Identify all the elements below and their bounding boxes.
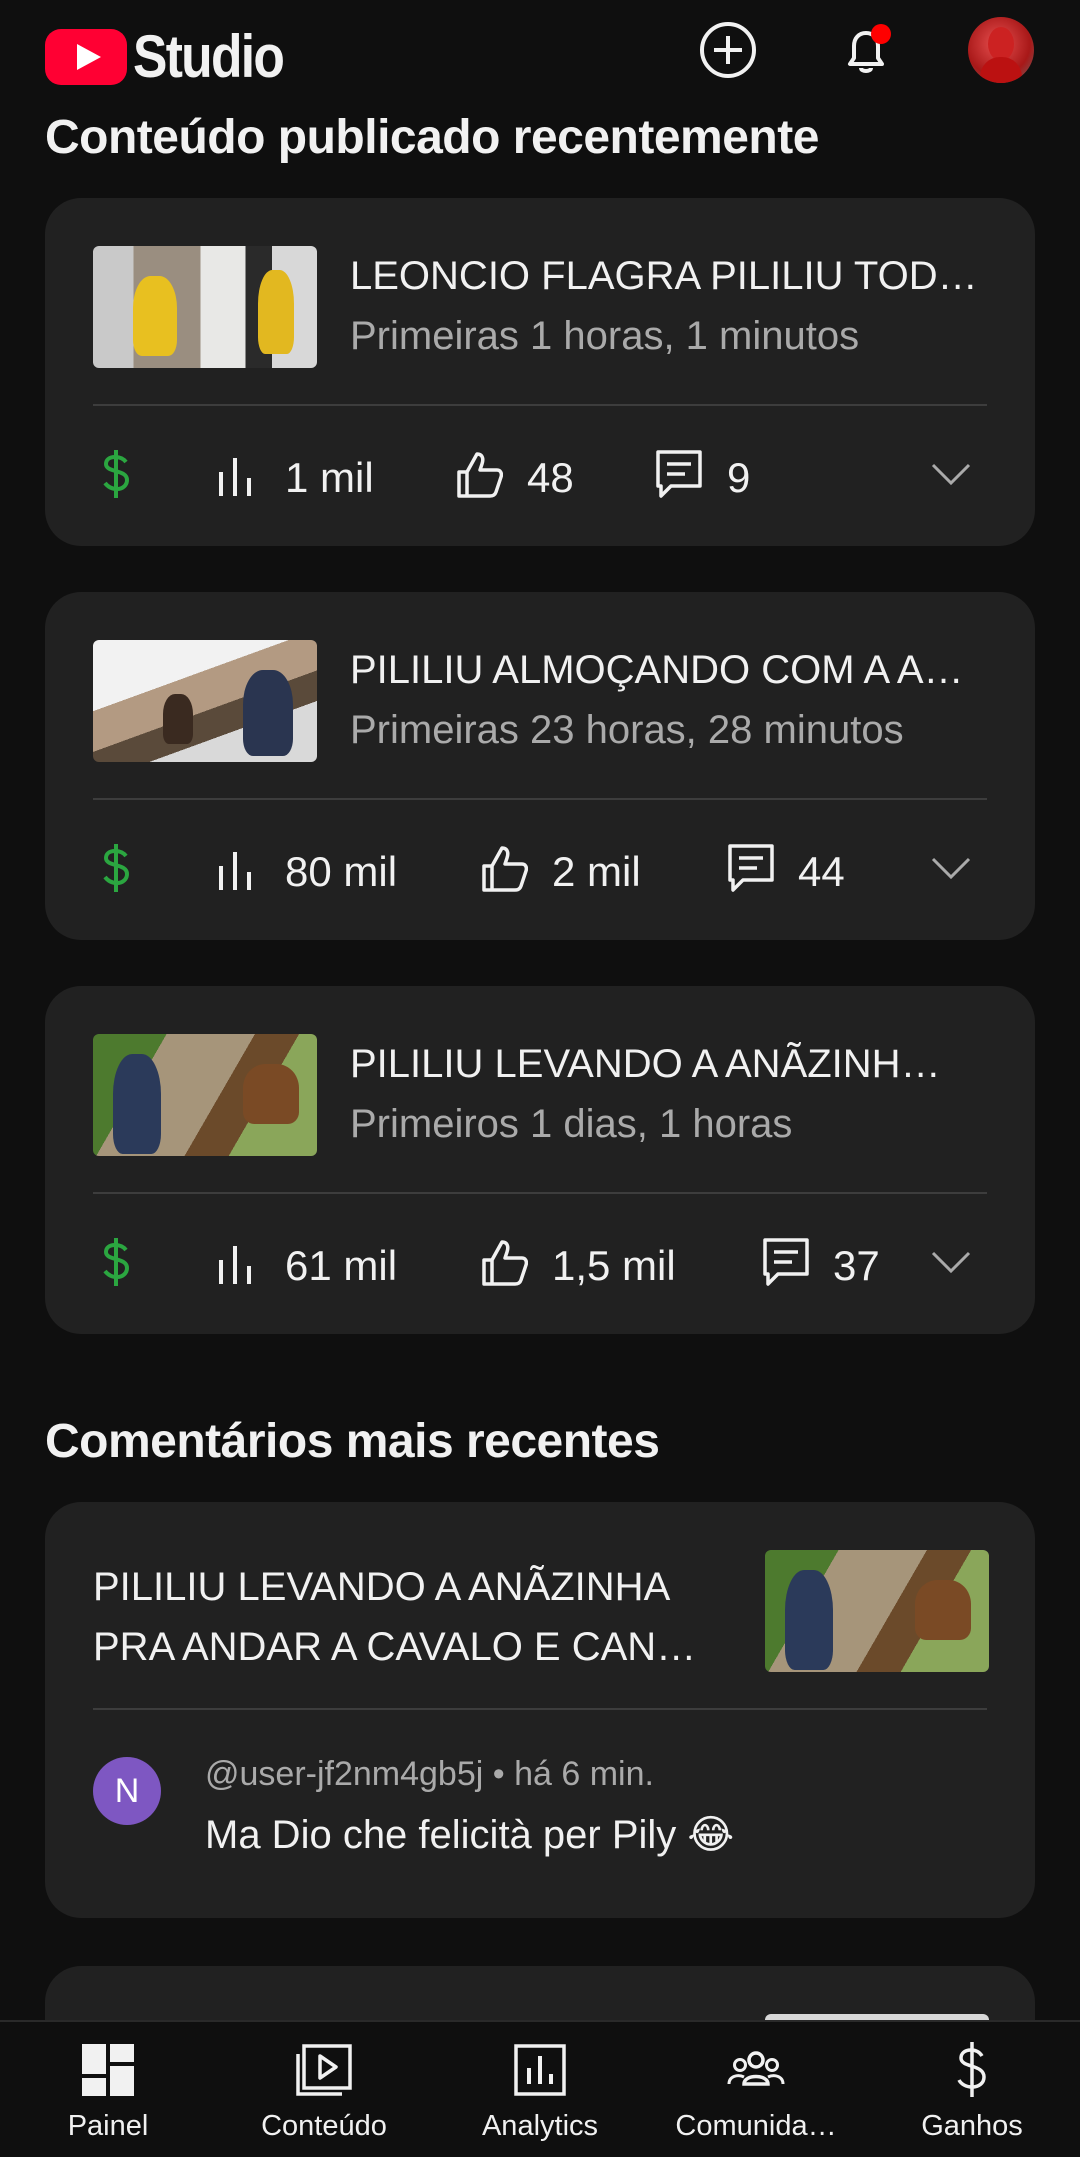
nav-item-conteudo[interactable]: Conteúdo xyxy=(216,2022,432,2157)
nav-label: Comunida… xyxy=(675,2110,837,2142)
account-avatar[interactable] xyxy=(968,17,1034,83)
video-title[interactable]: PILILIU LEVANDO A ANÃZINH… xyxy=(350,1042,941,1087)
comments-count: 9 xyxy=(727,454,751,501)
chevron-down-icon[interactable] xyxy=(930,856,972,880)
video-period: Primeiros 1 dias, 1 horas xyxy=(350,1102,793,1146)
monetization-dollar-icon xyxy=(103,450,130,498)
notification-dot xyxy=(871,24,891,44)
youtube-play-icon xyxy=(45,28,127,85)
video-thumbnail[interactable] xyxy=(93,1034,317,1156)
comment-author-meta: @user-jf2nm4gb5j • há 6 min. xyxy=(205,1755,654,1793)
like-icon xyxy=(457,452,503,498)
nav-label: Analytics xyxy=(481,2110,599,2142)
video-period: Primeiras 23 horas, 28 minutos xyxy=(350,708,904,752)
dashboard-icon xyxy=(82,2044,134,2096)
like-icon xyxy=(482,846,528,892)
top-app-bar: Studio xyxy=(0,0,1080,110)
notifications-icon[interactable] xyxy=(834,18,898,82)
comments-icon xyxy=(656,450,702,498)
views-icon xyxy=(219,1246,251,1284)
views-count: 80 mil xyxy=(285,848,398,895)
likes-count: 1,5 mil xyxy=(552,1242,676,1289)
comment-text: Ma Dio che felicità per Pily 😂 xyxy=(205,1813,735,1857)
video-card[interactable]: LEONCIO FLAGRA PILILIU TOD… Primeiras 1 … xyxy=(45,198,1035,546)
nav-label: Ganhos xyxy=(921,2110,1023,2142)
video-title[interactable]: LEONCIO FLAGRA PILILIU TOD… xyxy=(350,254,978,299)
video-thumbnail[interactable] xyxy=(93,640,317,762)
nav-item-comunidade[interactable]: Comunida… xyxy=(648,2022,864,2157)
divider xyxy=(93,404,987,406)
analytics-icon xyxy=(514,2044,566,2096)
commenter-avatar[interactable]: N xyxy=(93,1757,161,1825)
monetization-dollar-icon xyxy=(103,1238,130,1286)
brand-text: Studio xyxy=(133,23,285,90)
nav-item-painel[interactable]: Painel xyxy=(0,2022,216,2157)
likes-count: 2 mil xyxy=(552,848,641,895)
comment-card[interactable]: PILILIU LEVANDO A ANÃZINHA PRA ANDAR A C… xyxy=(45,1502,1035,1918)
nav-item-ganhos[interactable]: Ganhos xyxy=(864,2022,1080,2157)
chevron-down-icon[interactable] xyxy=(930,462,972,486)
divider xyxy=(93,1192,987,1194)
video-card[interactable]: PILILIU ALMOÇANDO COM A A… Primeiras 23 … xyxy=(45,592,1035,940)
recent-content-heading: Conteúdo publicado recentemente xyxy=(45,111,819,164)
video-title[interactable]: PILILIU ALMOÇANDO COM A A… xyxy=(350,648,964,693)
bottom-navigation: Painel Conteúdo Analytics Comunida… Ganh… xyxy=(0,2020,1080,2157)
nav-label: Conteúdo xyxy=(261,2110,387,2142)
comment-video-title[interactable]: PILILIU LEVANDO A ANÃZINHA PRA ANDAR A C… xyxy=(93,1557,733,1677)
nav-label: Painel xyxy=(67,2110,149,2142)
recent-comments-heading: Comentários mais recentes xyxy=(45,1415,660,1468)
video-thumbnail[interactable] xyxy=(93,246,317,368)
likes-count: 48 xyxy=(527,454,574,501)
video-period: Primeiras 1 horas, 1 minutos xyxy=(350,314,860,358)
like-icon xyxy=(482,1240,528,1286)
community-icon xyxy=(727,2051,785,2086)
comment-video-thumbnail[interactable] xyxy=(765,1550,989,1672)
earn-icon xyxy=(957,2042,986,2097)
comments-icon xyxy=(763,1238,809,1286)
views-icon xyxy=(219,458,251,496)
comments-count: 44 xyxy=(798,848,845,895)
youtube-studio-logo[interactable]: Studio xyxy=(45,22,308,91)
create-icon[interactable] xyxy=(696,18,760,82)
views-count: 1 mil xyxy=(285,454,374,501)
monetization-dollar-icon xyxy=(103,844,130,892)
comments-icon xyxy=(728,844,774,892)
views-count: 61 mil xyxy=(285,1242,398,1289)
chevron-down-icon[interactable] xyxy=(930,1250,972,1274)
divider xyxy=(93,798,987,800)
comments-count: 37 xyxy=(833,1242,880,1289)
divider xyxy=(93,1708,987,1710)
video-card[interactable]: PILILIU LEVANDO A ANÃZINH… Primeiros 1 d… xyxy=(45,986,1035,1334)
nav-item-analytics[interactable]: Analytics xyxy=(432,2022,648,2157)
content-icon xyxy=(296,2044,352,2096)
views-icon xyxy=(219,852,251,890)
